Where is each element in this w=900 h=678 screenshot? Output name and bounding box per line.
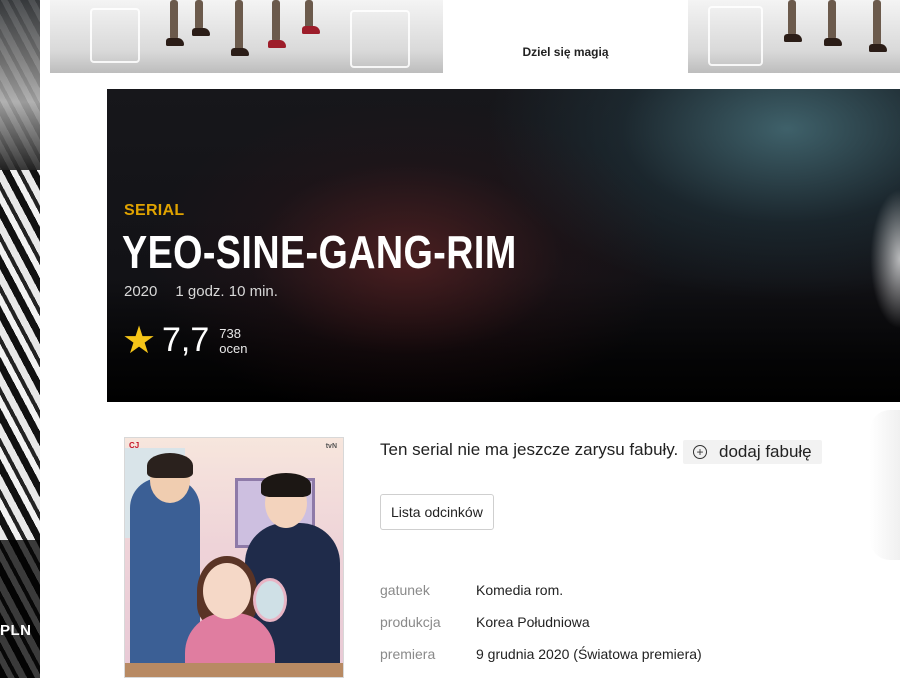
premiere-date: 9 grudnia 2020 (Światowa premiera)	[476, 646, 702, 662]
plus-circle-icon: +	[693, 445, 707, 459]
content-type-label: SERIAL	[124, 202, 185, 219]
rating-value: 7,7	[162, 321, 210, 359]
page-title: YEO-SINE-GANG-RIM	[122, 226, 517, 278]
side-ad-price-text: PLN	[0, 622, 32, 639]
genre-link[interactable]: Komedia rom.	[476, 582, 563, 598]
banner-image-right	[688, 0, 900, 73]
production-country-link[interactable]: Korea Południowa	[476, 614, 590, 630]
star-icon: ★	[122, 319, 157, 362]
episode-list-button[interactable]: Lista odcinków	[380, 494, 494, 530]
tvn-logo: tvN	[325, 443, 337, 450]
banner-image-left	[50, 0, 443, 73]
votes-label: ocen	[219, 340, 248, 356]
detail-key: produkcja	[380, 614, 441, 630]
detail-key: gatunek	[380, 582, 430, 598]
rating-votes: 738 ocen	[219, 326, 247, 356]
rating-summary[interactable]: ★ 7,7 738 ocen	[122, 321, 247, 360]
side-ad-shade	[0, 540, 40, 678]
episode-duration: 1 godz. 10 min.	[175, 283, 278, 300]
side-advertisement[interactable]: PLN	[0, 0, 40, 678]
hero-meta: 2020 1 godz. 10 min.	[124, 283, 278, 300]
release-year: 2020	[124, 283, 158, 300]
top-banner-advertisement[interactable]: Dziel się magią	[50, 0, 900, 73]
detail-key: premiera	[380, 646, 436, 662]
banner-slogan: Dziel się magią	[522, 45, 609, 59]
add-plot-button[interactable]: + dodaj fabułę	[683, 440, 822, 464]
no-plot-message: Ten serial nie ma jeszcze zarysu fabuły.	[380, 440, 679, 459]
banner-slogan-box: Dziel się magią	[443, 0, 688, 73]
floating-panel-edge	[870, 410, 900, 560]
hero-light-glow	[870, 189, 900, 329]
votes-count: 738	[219, 325, 241, 341]
series-poster[interactable]: CJ tvN	[124, 437, 344, 678]
title-hero: SERIAL YEO-SINE-GANG-RIM 2020 1 godz. 10…	[107, 89, 900, 402]
add-plot-label: dodaj fabułę	[719, 442, 812, 461]
